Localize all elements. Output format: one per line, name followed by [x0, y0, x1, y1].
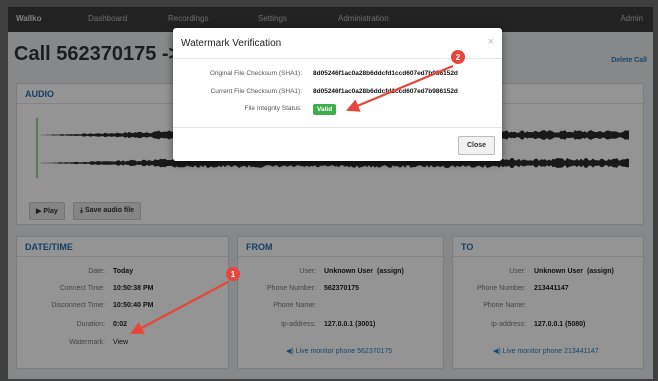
valid-status-badge: Valid: [313, 104, 337, 115]
original-checksum-label: Original File Checksum (SHA1):: [209, 70, 302, 77]
watermark-verification-modal: Watermark Verification × Original File C…: [173, 28, 502, 161]
original-checksum-row: Original File Checksum (SHA1): 8d05246f1…: [173, 70, 502, 81]
modal-header: Watermark Verification ×: [173, 28, 502, 59]
integrity-status-label: File Integrity Status:: [244, 105, 302, 112]
current-checksum-row: Current File Checksum (SHA1): 8d05246f1a…: [173, 88, 502, 99]
current-checksum-label: Current File Checksum (SHA1):: [210, 88, 302, 95]
integrity-status-row: File Integrity Status: Valid: [173, 104, 502, 116]
modal-footer: Close: [173, 127, 502, 161]
modal-title: Watermark Verification: [181, 38, 282, 49]
current-checksum-value: 8d05246f1ac0a28b6ddcfd1ccd607ed7b986152d: [313, 88, 458, 95]
close-icon[interactable]: ×: [488, 36, 494, 48]
original-checksum-value: 8d05246f1ac0a28b6ddcfd1ccd607ed7b986152d: [313, 70, 458, 77]
close-button[interactable]: Close: [457, 136, 495, 155]
